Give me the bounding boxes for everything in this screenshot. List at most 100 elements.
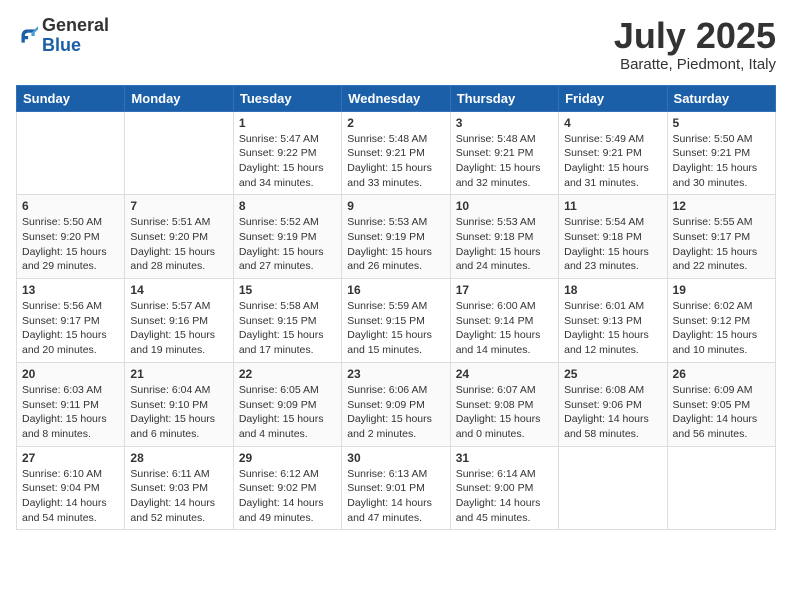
calendar-week-row: 6 Sunrise: 5:50 AM Sunset: 9:20 PM Dayli… xyxy=(17,195,776,279)
calendar-cell: 30 Sunrise: 6:13 AM Sunset: 9:01 PM Dayl… xyxy=(342,446,450,530)
weekday-header: Saturday xyxy=(667,85,775,111)
daylight: Daylight: 15 hours and 30 minutes. xyxy=(673,162,758,189)
calendar-cell: 12 Sunrise: 5:55 AM Sunset: 9:17 PM Dayl… xyxy=(667,195,775,279)
day-info: Sunrise: 5:48 AM Sunset: 9:21 PM Dayligh… xyxy=(456,132,553,191)
daylight: Daylight: 15 hours and 14 minutes. xyxy=(456,329,541,356)
sunset: Sunset: 9:18 PM xyxy=(456,231,534,243)
sunset: Sunset: 9:11 PM xyxy=(22,399,99,411)
day-info: Sunrise: 6:06 AM Sunset: 9:09 PM Dayligh… xyxy=(347,383,444,442)
sunrise: Sunrise: 5:55 AM xyxy=(673,216,753,228)
day-info: Sunrise: 6:07 AM Sunset: 9:08 PM Dayligh… xyxy=(456,383,553,442)
day-number: 9 xyxy=(347,199,444,213)
calendar-cell: 6 Sunrise: 5:50 AM Sunset: 9:20 PM Dayli… xyxy=(17,195,125,279)
sunrise: Sunrise: 6:02 AM xyxy=(673,300,753,312)
day-info: Sunrise: 5:49 AM Sunset: 9:21 PM Dayligh… xyxy=(564,132,661,191)
calendar-cell: 25 Sunrise: 6:08 AM Sunset: 9:06 PM Dayl… xyxy=(559,362,667,446)
sunrise: Sunrise: 5:50 AM xyxy=(673,133,753,145)
sunset: Sunset: 9:18 PM xyxy=(564,231,642,243)
sunset: Sunset: 9:05 PM xyxy=(673,399,751,411)
weekday-header: Thursday xyxy=(450,85,558,111)
calendar-cell: 27 Sunrise: 6:10 AM Sunset: 9:04 PM Dayl… xyxy=(17,446,125,530)
calendar-cell: 2 Sunrise: 5:48 AM Sunset: 9:21 PM Dayli… xyxy=(342,111,450,195)
daylight: Daylight: 14 hours and 56 minutes. xyxy=(673,413,758,440)
day-number: 10 xyxy=(456,199,553,213)
weekday-header: Tuesday xyxy=(233,85,341,111)
calendar-week-row: 20 Sunrise: 6:03 AM Sunset: 9:11 PM Dayl… xyxy=(17,362,776,446)
calendar-cell: 11 Sunrise: 5:54 AM Sunset: 9:18 PM Dayl… xyxy=(559,195,667,279)
day-info: Sunrise: 6:11 AM Sunset: 9:03 PM Dayligh… xyxy=(130,467,227,526)
day-info: Sunrise: 6:00 AM Sunset: 9:14 PM Dayligh… xyxy=(456,299,553,358)
day-number: 1 xyxy=(239,116,336,130)
day-number: 21 xyxy=(130,367,227,381)
sunset: Sunset: 9:09 PM xyxy=(239,399,317,411)
page-header: General Blue July 2025 Baratte, Piedmont… xyxy=(16,16,776,73)
sunrise: Sunrise: 5:47 AM xyxy=(239,133,319,145)
sunrise: Sunrise: 5:53 AM xyxy=(347,216,427,228)
sunrise: Sunrise: 5:48 AM xyxy=(347,133,427,145)
sunset: Sunset: 9:16 PM xyxy=(130,315,208,327)
day-number: 18 xyxy=(564,283,661,297)
day-info: Sunrise: 5:50 AM Sunset: 9:21 PM Dayligh… xyxy=(673,132,770,191)
day-info: Sunrise: 6:12 AM Sunset: 9:02 PM Dayligh… xyxy=(239,467,336,526)
day-number: 17 xyxy=(456,283,553,297)
sunset: Sunset: 9:22 PM xyxy=(239,147,317,159)
day-info: Sunrise: 5:57 AM Sunset: 9:16 PM Dayligh… xyxy=(130,299,227,358)
daylight: Daylight: 14 hours and 52 minutes. xyxy=(130,497,215,524)
sunset: Sunset: 9:04 PM xyxy=(22,482,100,494)
sunrise: Sunrise: 5:58 AM xyxy=(239,300,319,312)
sunset: Sunset: 9:15 PM xyxy=(239,315,317,327)
calendar-cell: 24 Sunrise: 6:07 AM Sunset: 9:08 PM Dayl… xyxy=(450,362,558,446)
daylight: Daylight: 15 hours and 31 minutes. xyxy=(564,162,649,189)
day-number: 4 xyxy=(564,116,661,130)
daylight: Daylight: 15 hours and 10 minutes. xyxy=(673,329,758,356)
day-info: Sunrise: 6:13 AM Sunset: 9:01 PM Dayligh… xyxy=(347,467,444,526)
sunset: Sunset: 9:12 PM xyxy=(673,315,751,327)
daylight: Daylight: 15 hours and 29 minutes. xyxy=(22,246,107,273)
sunrise: Sunrise: 6:11 AM xyxy=(130,468,209,480)
sunrise: Sunrise: 5:56 AM xyxy=(22,300,102,312)
day-info: Sunrise: 6:02 AM Sunset: 9:12 PM Dayligh… xyxy=(673,299,770,358)
sunset: Sunset: 9:09 PM xyxy=(347,399,425,411)
day-info: Sunrise: 5:47 AM Sunset: 9:22 PM Dayligh… xyxy=(239,132,336,191)
day-info: Sunrise: 5:48 AM Sunset: 9:21 PM Dayligh… xyxy=(347,132,444,191)
calendar-cell xyxy=(125,111,233,195)
day-number: 11 xyxy=(564,199,661,213)
day-number: 2 xyxy=(347,116,444,130)
day-info: Sunrise: 5:58 AM Sunset: 9:15 PM Dayligh… xyxy=(239,299,336,358)
day-info: Sunrise: 6:05 AM Sunset: 9:09 PM Dayligh… xyxy=(239,383,336,442)
calendar-cell: 28 Sunrise: 6:11 AM Sunset: 9:03 PM Dayl… xyxy=(125,446,233,530)
sunrise: Sunrise: 6:03 AM xyxy=(22,384,102,396)
daylight: Daylight: 15 hours and 27 minutes. xyxy=(239,246,324,273)
daylight: Daylight: 15 hours and 19 minutes. xyxy=(130,329,215,356)
title-block: July 2025 Baratte, Piedmont, Italy xyxy=(614,16,776,73)
month-title: July 2025 xyxy=(614,16,776,56)
sunrise: Sunrise: 5:54 AM xyxy=(564,216,644,228)
sunrise: Sunrise: 5:59 AM xyxy=(347,300,427,312)
day-number: 14 xyxy=(130,283,227,297)
daylight: Daylight: 15 hours and 28 minutes. xyxy=(130,246,215,273)
day-number: 6 xyxy=(22,199,119,213)
sunrise: Sunrise: 6:13 AM xyxy=(347,468,427,480)
day-number: 23 xyxy=(347,367,444,381)
day-number: 25 xyxy=(564,367,661,381)
sunrise: Sunrise: 6:14 AM xyxy=(456,468,536,480)
calendar-cell xyxy=(667,446,775,530)
day-number: 7 xyxy=(130,199,227,213)
daylight: Daylight: 14 hours and 58 minutes. xyxy=(564,413,649,440)
calendar-cell: 16 Sunrise: 5:59 AM Sunset: 9:15 PM Dayl… xyxy=(342,279,450,363)
sunset: Sunset: 9:21 PM xyxy=(347,147,425,159)
daylight: Daylight: 15 hours and 0 minutes. xyxy=(456,413,541,440)
day-number: 8 xyxy=(239,199,336,213)
day-info: Sunrise: 6:10 AM Sunset: 9:04 PM Dayligh… xyxy=(22,467,119,526)
calendar-week-row: 27 Sunrise: 6:10 AM Sunset: 9:04 PM Dayl… xyxy=(17,446,776,530)
daylight: Daylight: 15 hours and 22 minutes. xyxy=(673,246,758,273)
sunrise: Sunrise: 6:05 AM xyxy=(239,384,319,396)
daylight: Daylight: 15 hours and 24 minutes. xyxy=(456,246,541,273)
sunset: Sunset: 9:02 PM xyxy=(239,482,317,494)
daylight: Daylight: 15 hours and 20 minutes. xyxy=(22,329,107,356)
sunset: Sunset: 9:20 PM xyxy=(22,231,100,243)
daylight: Daylight: 14 hours and 49 minutes. xyxy=(239,497,324,524)
location-title: Baratte, Piedmont, Italy xyxy=(614,56,776,73)
daylight: Daylight: 15 hours and 2 minutes. xyxy=(347,413,432,440)
calendar-cell xyxy=(17,111,125,195)
